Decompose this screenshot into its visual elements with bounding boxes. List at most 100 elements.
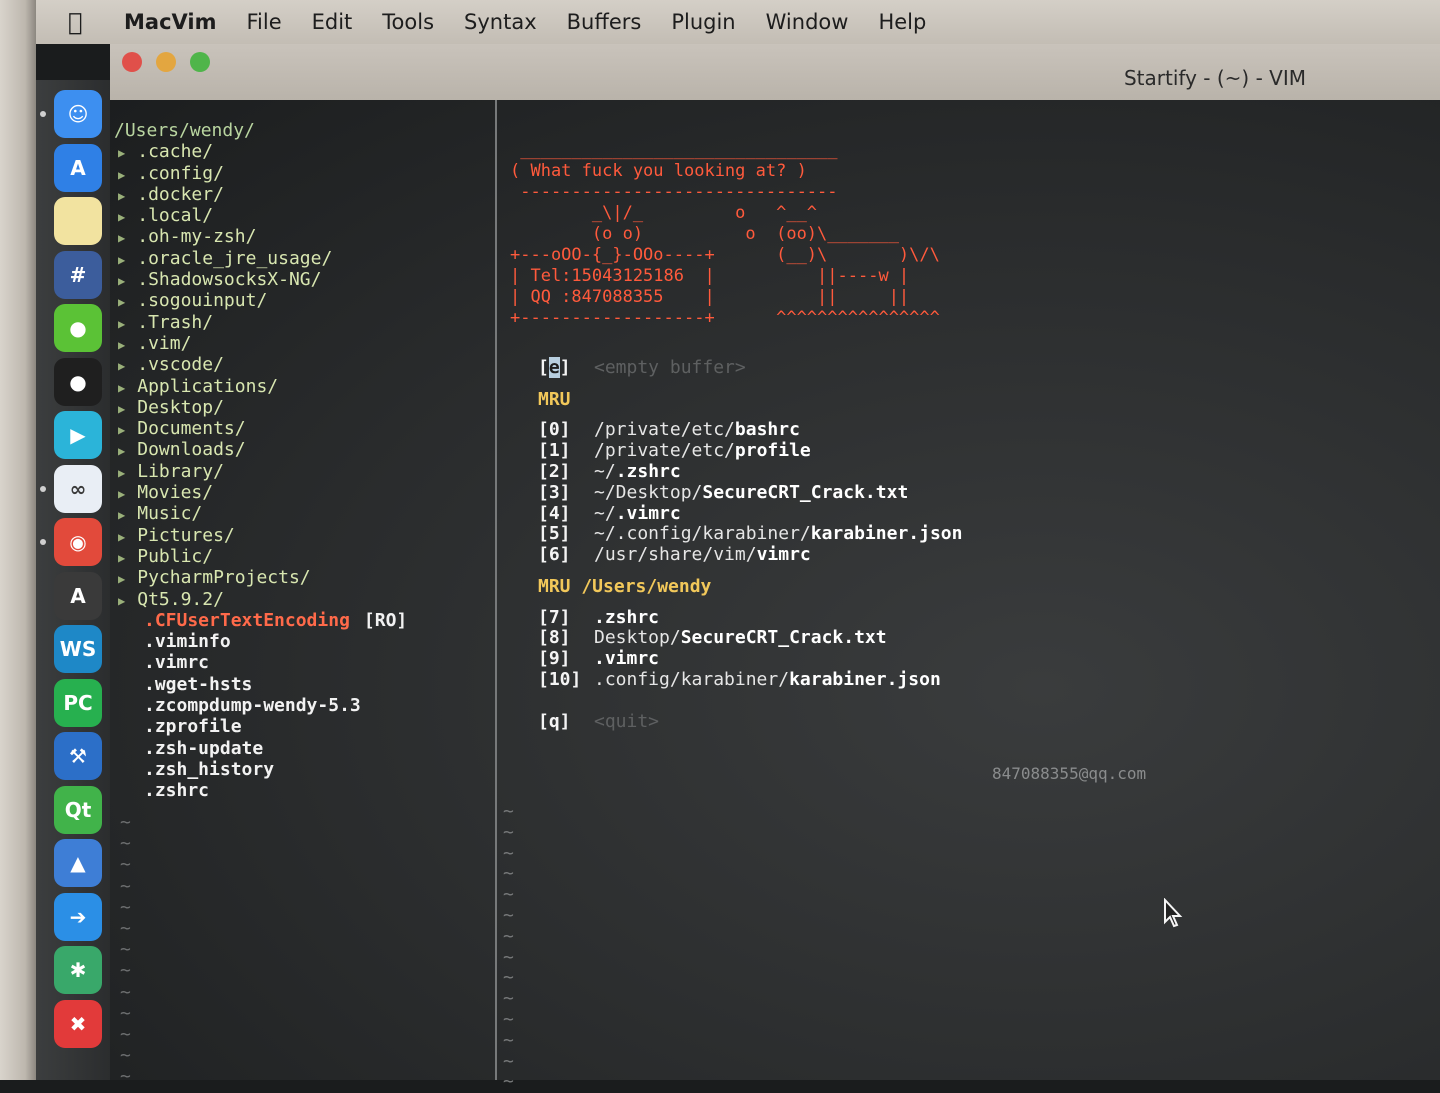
expand-arrow-icon[interactable]: ▶ bbox=[118, 295, 125, 309]
tree-file-item[interactable]: .zcompdump-wendy-5.3 bbox=[110, 695, 495, 716]
expand-arrow-icon[interactable]: ▶ bbox=[118, 444, 125, 458]
app-store-icon[interactable]: A bbox=[54, 143, 102, 192]
qt-creator-icon[interactable]: Qt bbox=[54, 785, 102, 834]
tree-dir-item[interactable]: ▶ PycharmProjects/ bbox=[110, 567, 495, 588]
tree-file-item[interactable]: .zshrc bbox=[110, 780, 495, 801]
tree-file-item[interactable]: .vimrc bbox=[110, 652, 495, 673]
mru-entry[interactable]: [9] .vimrc bbox=[538, 648, 1178, 670]
mru-entry[interactable]: [4] ~/.vimrc bbox=[538, 503, 1178, 525]
expand-arrow-icon[interactable]: ▶ bbox=[118, 317, 125, 331]
tree-root-path[interactable]: /Users/wendy/ bbox=[110, 120, 495, 141]
expand-arrow-icon[interactable]: ▶ bbox=[118, 274, 125, 288]
xmind-icon[interactable]: ✖ bbox=[54, 999, 102, 1048]
expand-arrow-icon[interactable]: ▶ bbox=[118, 231, 125, 245]
mru-entry[interactable]: [7] .zshrc bbox=[538, 607, 1178, 629]
expand-arrow-icon[interactable]: ▶ bbox=[118, 338, 125, 352]
expand-arrow-icon[interactable]: ▶ bbox=[118, 572, 125, 586]
menu-edit[interactable]: Edit bbox=[312, 10, 353, 34]
menu-buffers[interactable]: Buffers bbox=[567, 10, 642, 34]
expand-arrow-icon[interactable]: ▶ bbox=[118, 530, 125, 544]
xcode-icon[interactable]: ⚒ bbox=[54, 732, 102, 780]
mru-entry[interactable]: [8] Desktop/SecureCRT_Crack.txt bbox=[538, 627, 1178, 649]
tree-dir-item[interactable]: ▶ Documents/ bbox=[110, 418, 495, 439]
tree-dir-item[interactable]: ▶ Movies/ bbox=[110, 482, 495, 503]
finder-icon[interactable]: ☺ bbox=[54, 90, 102, 138]
tree-file-item[interactable]: .viminfo bbox=[110, 631, 495, 652]
menu-help[interactable]: Help bbox=[878, 10, 926, 34]
tree-dir-item[interactable]: ▶ .vscode/ bbox=[110, 354, 495, 375]
menu-tools[interactable]: Tools bbox=[382, 10, 434, 34]
tree-dir-item[interactable]: ▶ .oh-my-zsh/ bbox=[110, 226, 495, 247]
minimize-window-button[interactable] bbox=[156, 52, 176, 72]
tree-file-highlighted[interactable]: .CFUserTextEncoding [RO] bbox=[110, 610, 495, 631]
menu-file[interactable]: File bbox=[246, 10, 281, 34]
expand-arrow-icon[interactable]: ▶ bbox=[118, 210, 125, 224]
tree-dir-item[interactable]: ▶ Public/ bbox=[110, 546, 495, 567]
nerdtree-panel[interactable]: /Users/wendy/ ▶ .cache/ ▶ .config/ ▶ .docker/… bbox=[110, 120, 495, 802]
expand-arrow-icon[interactable]: ▶ bbox=[118, 423, 125, 437]
tree-file-item[interactable]: .zprofile bbox=[110, 716, 495, 737]
tree-dir-item[interactable]: ▶ Downloads/ bbox=[110, 439, 495, 460]
webstorm-icon[interactable]: WS bbox=[54, 625, 102, 673]
mindnode-icon[interactable]: ✱ bbox=[54, 946, 102, 994]
menu-syntax[interactable]: Syntax bbox=[464, 10, 537, 34]
tree-dir-item[interactable]: ▶ Desktop/ bbox=[110, 397, 495, 418]
tree-file-item[interactable]: .wget-hsts bbox=[110, 674, 495, 695]
media-player-icon[interactable]: ▶ bbox=[54, 411, 102, 459]
tree-dir-item[interactable]: ▶ .sogouinput/ bbox=[110, 290, 495, 311]
tree-dir-item[interactable]: ▶ .docker/ bbox=[110, 184, 495, 205]
mru-entry[interactable]: [3] ~/Desktop/SecureCRT_Crack.txt bbox=[538, 482, 1178, 504]
expand-arrow-icon[interactable]: ▶ bbox=[118, 594, 125, 608]
qq-icon[interactable]: ● bbox=[54, 357, 102, 406]
menu-window[interactable]: Window bbox=[766, 10, 849, 34]
tree-dir-item[interactable]: ▶ .config/ bbox=[110, 163, 495, 184]
baidu-netdisk-icon[interactable]: ∞ bbox=[54, 464, 102, 513]
vim-editor[interactable]: /Users/wendy/ ▶ .cache/ ▶ .config/ ▶ .docker/… bbox=[110, 100, 1440, 1092]
mru-entry[interactable]: [2] ~/.zshrc bbox=[538, 461, 1178, 483]
tree-dir-item[interactable]: ▶ .oracle_jre_usage/ bbox=[110, 248, 495, 269]
quit-entry[interactable]: [q] <quit> bbox=[538, 711, 1178, 733]
chrome-icon[interactable]: ◉ bbox=[54, 518, 102, 566]
expand-arrow-icon[interactable]: ▶ bbox=[118, 466, 125, 480]
expand-arrow-icon[interactable]: ▶ bbox=[118, 359, 125, 373]
mru-entry[interactable]: [0] /private/etc/bashrc bbox=[538, 419, 1178, 441]
expand-arrow-icon[interactable]: ▶ bbox=[118, 487, 125, 501]
apple-icon[interactable]:  bbox=[68, 8, 124, 36]
menu-app-name[interactable]: MacVim bbox=[124, 10, 216, 34]
tree-dir-item[interactable]: ▶ .vim/ bbox=[110, 333, 495, 354]
expand-arrow-icon[interactable]: ▶ bbox=[118, 508, 125, 522]
expand-arrow-icon[interactable]: ▶ bbox=[118, 253, 125, 267]
expand-arrow-icon[interactable]: ▶ bbox=[118, 168, 125, 182]
expand-arrow-icon[interactable]: ▶ bbox=[118, 146, 125, 160]
notes-icon[interactable] bbox=[54, 197, 102, 245]
zoom-window-button[interactable] bbox=[190, 52, 210, 72]
empty-buffer-entry[interactable]: [e] <empty buffer> bbox=[538, 357, 1178, 379]
expand-arrow-icon[interactable]: ▶ bbox=[118, 189, 125, 203]
tree-dir-item[interactable]: ▶ Pictures/ bbox=[110, 525, 495, 546]
mru-entry[interactable]: [10] .config/karabiner/karabiner.json bbox=[538, 669, 1178, 691]
expand-arrow-icon[interactable]: ▶ bbox=[118, 551, 125, 565]
tree-file-item[interactable]: .zsh_history bbox=[110, 759, 495, 780]
pycharm-icon[interactable]: PC bbox=[54, 678, 102, 727]
tree-file-item[interactable]: .zsh-update bbox=[110, 738, 495, 759]
tree-dir-item[interactable]: ▶ Qt5.9.2/ bbox=[110, 589, 495, 610]
tree-dir-item[interactable]: ▶ .cache/ bbox=[110, 141, 495, 162]
tree-dir-item[interactable]: ▶ Music/ bbox=[110, 503, 495, 524]
bird-app-icon[interactable]: # bbox=[54, 250, 102, 299]
tree-dir-item[interactable]: ▶ .local/ bbox=[110, 205, 495, 226]
close-window-button[interactable] bbox=[122, 52, 142, 72]
sublime-icon[interactable]: A bbox=[54, 571, 102, 620]
vertical-split[interactable] bbox=[495, 100, 497, 1080]
migration-icon[interactable]: ➔ bbox=[54, 892, 102, 941]
tree-dir-item[interactable]: ▶ Library/ bbox=[110, 461, 495, 482]
expand-arrow-icon[interactable]: ▶ bbox=[118, 402, 125, 416]
wechat-icon[interactable]: ● bbox=[54, 304, 102, 352]
expand-arrow-icon[interactable]: ▶ bbox=[118, 381, 125, 395]
tree-dir-item[interactable]: ▶ .Trash/ bbox=[110, 312, 495, 333]
tree-dir-item[interactable]: ▶ .ShadowsocksX-NG/ bbox=[110, 269, 495, 290]
mru-entry[interactable]: [5] ~/.config/karabiner/karabiner.json bbox=[538, 523, 1178, 545]
utility-icon[interactable]: ▲ bbox=[54, 839, 102, 887]
mru-entry[interactable]: [1] /private/etc/profile bbox=[538, 440, 1178, 462]
mru-entry[interactable]: [6] /usr/share/vim/vimrc bbox=[538, 544, 1178, 566]
menu-plugin[interactable]: Plugin bbox=[671, 10, 735, 34]
